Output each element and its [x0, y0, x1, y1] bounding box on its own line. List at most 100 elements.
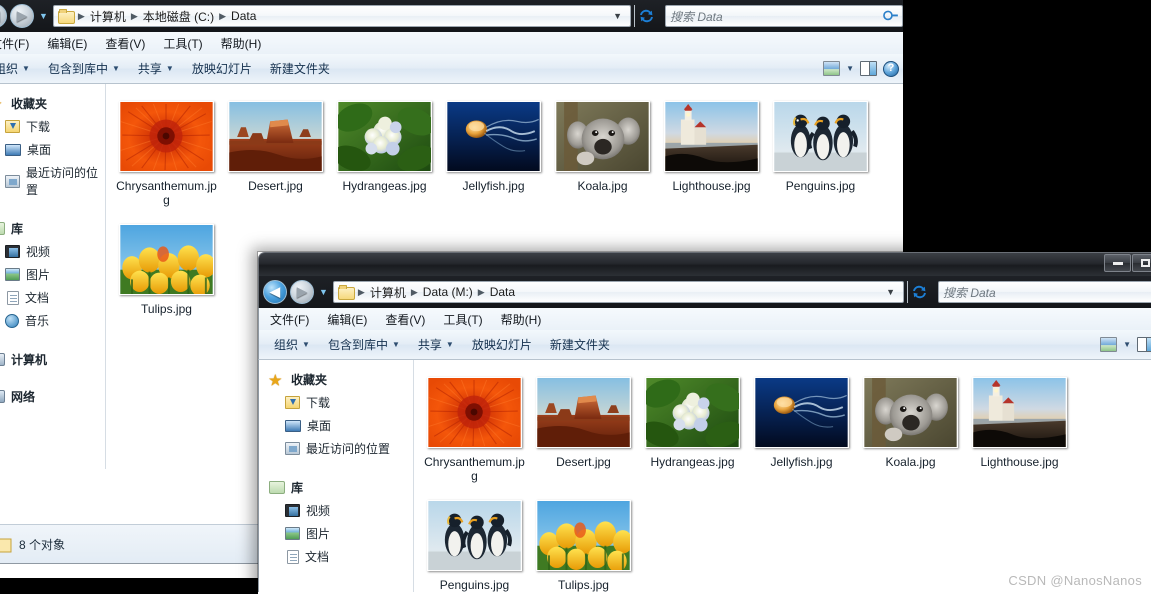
search-input[interactable]: 搜索 Data — [943, 284, 1151, 301]
refresh-button[interactable] — [634, 5, 658, 27]
menu-file[interactable]: 文件(F) — [261, 309, 318, 330]
breadcrumb[interactable]: ▶ 计算机 ▶ Data (M:) ▶ Data — [357, 283, 519, 302]
window2-navigation-pane[interactable]: ★ 收藏夹 下载 桌面 最近访问的位置 库 视频 图片 文档 — [259, 360, 414, 592]
include-in-library-button[interactable]: 包含到库中 ▼ — [39, 57, 129, 80]
list-item[interactable]: Penguins.jpg — [420, 493, 529, 592]
menu-file[interactable]: 文件(F) — [0, 33, 38, 54]
organize-button[interactable]: 组织 ▼ — [265, 333, 319, 356]
sidebar-item-desktop[interactable]: 桌面 — [259, 414, 413, 437]
breadcrumb-item-folder[interactable]: Data — [227, 8, 260, 24]
slideshow-button[interactable]: 放映幻灯片 — [183, 57, 261, 80]
window2-file-list[interactable]: Chrysanthemum.jpg Desert.jpg Hydrangeas.… — [414, 360, 1151, 592]
menu-tools[interactable]: 工具(T) — [154, 33, 211, 54]
recent-pages-chevron-down-icon[interactable]: ▼ — [37, 11, 50, 21]
sidebar-item-documents[interactable]: 文档 — [0, 286, 105, 309]
slideshow-button[interactable]: 放映幻灯片 — [463, 333, 541, 356]
breadcrumb-item-folder[interactable]: Data — [486, 284, 519, 300]
window1-navbar[interactable]: ◀ ▶ ▼ ▶ 计算机 ▶ 本地磁盘 (C:) ▶ Data ▼ — [0, 0, 908, 32]
list-item[interactable]: Jellyfish.jpg — [747, 370, 856, 493]
forward-button[interactable]: ▶ — [290, 280, 314, 304]
sidebar-item-videos[interactable]: 视频 — [0, 240, 105, 263]
sidebar-item-recent-places[interactable]: 最近访问的位置 — [259, 437, 413, 460]
preview-pane-icon[interactable] — [860, 61, 877, 76]
recent-pages-chevron-down-icon[interactable]: ▼ — [317, 287, 330, 297]
forward-button[interactable]: ▶ — [10, 4, 34, 28]
change-view-icon[interactable] — [1100, 337, 1118, 352]
breadcrumb-item-drive[interactable]: Data (M:) — [419, 284, 477, 300]
address-chevron-down-icon[interactable]: ▼ — [607, 11, 628, 21]
back-button[interactable]: ◀ — [0, 4, 7, 28]
menu-view[interactable]: 查看(V) — [376, 309, 434, 330]
refresh-button[interactable] — [907, 281, 931, 303]
address-chevron-down-icon[interactable]: ▼ — [880, 287, 901, 297]
back-button[interactable]: ◀ — [263, 280, 287, 304]
sidebar-item-documents[interactable]: 文档 — [259, 545, 413, 568]
sidebar-item-libraries[interactable]: 库 — [259, 476, 413, 499]
search-box[interactable]: 搜索 Data — [665, 5, 903, 27]
menu-tools[interactable]: 工具(T) — [434, 309, 491, 330]
list-item[interactable]: Lighthouse.jpg — [965, 370, 1074, 493]
breadcrumb-item-drive[interactable]: 本地磁盘 (C:) — [139, 7, 218, 26]
menu-help[interactable]: 帮助(H) — [212, 33, 271, 54]
list-item[interactable]: Tulips.jpg — [112, 217, 221, 326]
window2-navbar[interactable]: ◀ ▶ ▼ ▶ 计算机 ▶ Data (M:) ▶ Data ▼ 搜索 Data — [258, 276, 1151, 308]
new-folder-button[interactable]: 新建文件夹 — [541, 333, 619, 356]
menu-help[interactable]: 帮助(H) — [492, 309, 551, 330]
sidebar-item-favorites[interactable]: ★ 收藏夹 — [259, 368, 413, 391]
sidebar-item-network[interactable]: 网络 — [0, 385, 105, 408]
breadcrumb[interactable]: ▶ 计算机 ▶ 本地磁盘 (C:) ▶ Data — [77, 7, 260, 26]
window2-menubar[interactable]: 文件(F) 编辑(E) 查看(V) 工具(T) 帮助(H) — [258, 308, 1151, 330]
sidebar-item-favorites[interactable]: ★ 收藏夹 — [0, 92, 105, 115]
sidebar-item-recent-places[interactable]: 最近访问的位置 — [0, 161, 105, 201]
list-item[interactable]: Tulips.jpg — [529, 493, 638, 592]
sidebar-item-downloads[interactable]: 下载 — [0, 115, 105, 138]
include-in-library-button[interactable]: 包含到库中 ▼ — [319, 333, 409, 356]
menu-view[interactable]: 查看(V) — [96, 33, 154, 54]
share-button[interactable]: 共享 ▼ — [409, 333, 463, 356]
window1-toolbar[interactable]: 组织 ▼ 包含到库中 ▼ 共享 ▼ 放映幻灯片 新建文件夹 ▼ ? — [0, 54, 908, 84]
list-item[interactable]: Jellyfish.jpg — [439, 94, 548, 217]
list-item[interactable]: Chrysanthemum.jpg — [112, 94, 221, 217]
list-item[interactable]: Koala.jpg — [548, 94, 657, 217]
window1-menubar[interactable]: 文件(F) 编辑(E) 查看(V) 工具(T) 帮助(H) — [0, 32, 908, 54]
window2-titlebar[interactable] — [258, 252, 1151, 276]
address-bar[interactable]: ▶ 计算机 ▶ Data (M:) ▶ Data ▼ — [332, 281, 904, 303]
list-item[interactable]: Hydrangeas.jpg — [638, 370, 747, 493]
sidebar-item-desktop[interactable]: 桌面 — [0, 138, 105, 161]
preview-pane-icon[interactable] — [1137, 337, 1151, 352]
sidebar-item-downloads[interactable]: 下载 — [259, 391, 413, 414]
search-input[interactable]: 搜索 Data — [670, 8, 884, 25]
list-item[interactable]: Penguins.jpg — [766, 94, 875, 217]
sidebar-item-music[interactable]: 音乐 — [0, 309, 105, 332]
menu-edit[interactable]: 编辑(E) — [318, 309, 376, 330]
list-item[interactable]: Koala.jpg — [856, 370, 965, 493]
window1-navigation-pane[interactable]: ★ 收藏夹 下载 桌面 最近访问的位置 — [0, 84, 106, 469]
list-item[interactable]: Desert.jpg — [221, 94, 330, 217]
address-bar[interactable]: ▶ 计算机 ▶ 本地磁盘 (C:) ▶ Data ▼ — [52, 5, 631, 27]
menu-edit[interactable]: 编辑(E) — [38, 33, 96, 54]
minimize-icon[interactable] — [1104, 254, 1131, 272]
breadcrumb-item-computer[interactable]: 计算机 — [366, 283, 410, 302]
window2-toolbar[interactable]: 组织 ▼ 包含到库中 ▼ 共享 ▼ 放映幻灯片 新建文件夹 ▼ — [258, 330, 1151, 360]
sidebar-item-pictures[interactable]: 图片 — [259, 522, 413, 545]
maximize-icon[interactable] — [1132, 254, 1151, 272]
sidebar-item-pictures[interactable]: 图片 — [0, 263, 105, 286]
breadcrumb-item-computer[interactable]: 计算机 — [86, 7, 130, 26]
new-folder-button[interactable]: 新建文件夹 — [261, 57, 339, 80]
organize-button[interactable]: 组织 ▼ — [0, 57, 39, 80]
list-item[interactable]: Hydrangeas.jpg — [330, 94, 439, 217]
chevron-down-icon[interactable]: ▼ — [1123, 340, 1131, 349]
sidebar-item-libraries[interactable]: 库 — [0, 217, 105, 240]
explorer-window-m-drive[interactable]: ◀ ▶ ▼ ▶ 计算机 ▶ Data (M:) ▶ Data ▼ 搜索 Data… — [258, 252, 1151, 594]
list-item[interactable]: Lighthouse.jpg — [657, 94, 766, 217]
list-item[interactable]: Desert.jpg — [529, 370, 638, 493]
window2-controls[interactable] — [1104, 254, 1151, 272]
help-icon[interactable]: ? — [883, 60, 899, 77]
sidebar-item-videos[interactable]: 视频 — [259, 499, 413, 522]
chevron-down-icon[interactable]: ▼ — [846, 64, 854, 73]
search-box[interactable]: 搜索 Data — [938, 281, 1151, 303]
sidebar-item-computer[interactable]: 计算机 — [0, 348, 105, 371]
share-button[interactable]: 共享 ▼ — [129, 57, 183, 80]
change-view-icon[interactable] — [823, 61, 841, 76]
list-item[interactable]: Chrysanthemum.jpg — [420, 370, 529, 493]
